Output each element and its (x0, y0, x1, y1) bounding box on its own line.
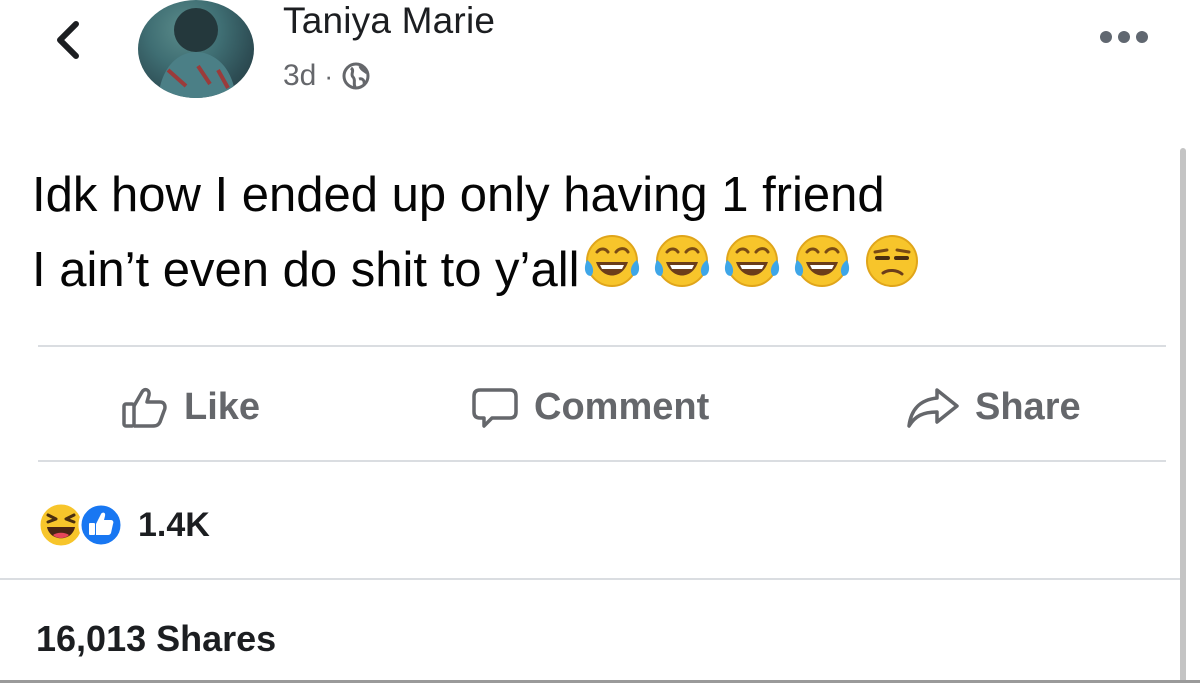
comment-label: Comment (534, 385, 710, 428)
meta-separator: · (324, 60, 334, 91)
share-label: Share (975, 385, 1081, 428)
chevron-left-icon (57, 21, 79, 59)
post-text-line-content: I ain’t even do shit to y’all (32, 243, 580, 297)
more-options-icon[interactable] (1100, 22, 1160, 52)
more-dot (1118, 31, 1130, 43)
shares-count[interactable]: 16,013 Shares (36, 618, 276, 660)
divider (38, 345, 1166, 347)
like-button[interactable]: Like (120, 372, 260, 442)
comment-icon (472, 388, 518, 428)
divider (38, 460, 1166, 462)
post-text-line: I ain’t even do shit to y’all (32, 232, 1172, 307)
avatar[interactable] (138, 0, 254, 98)
post-text-line: Idk how I ended up only having 1 friend (32, 168, 885, 222)
comment-button[interactable]: Comment (470, 372, 709, 442)
face-with-tears-of-joy-icon (585, 235, 640, 287)
face-with-tears-of-joy-icon (725, 235, 780, 287)
reaction-count: 1.4K (138, 505, 210, 544)
share-button[interactable]: Share (905, 372, 1081, 442)
like-reaction-icon (78, 502, 124, 548)
more-dot (1100, 31, 1112, 43)
avatar-photo (158, 8, 236, 98)
globe-icon (342, 62, 370, 90)
face-with-tears-of-joy-icon (795, 235, 850, 287)
face-with-tears-of-joy-icon (655, 235, 710, 287)
emoji-group (581, 232, 923, 290)
post-meta: 3d · (283, 56, 371, 96)
author-name[interactable]: Taniya Marie (283, 0, 495, 42)
divider (0, 578, 1180, 580)
unamused-face-icon (866, 235, 919, 287)
like-label: Like (184, 385, 261, 428)
reactions-summary[interactable]: 1.4K (36, 500, 210, 550)
more-dot (1136, 31, 1148, 43)
back-button[interactable] (48, 18, 88, 62)
post-text: Idk how I ended up only having 1 friend … (32, 158, 1172, 307)
post-timestamp[interactable]: 3d (283, 59, 316, 93)
thumbs-up-icon (122, 387, 167, 428)
share-arrow-icon (907, 388, 959, 428)
scrollbar[interactable] (1180, 148, 1186, 683)
